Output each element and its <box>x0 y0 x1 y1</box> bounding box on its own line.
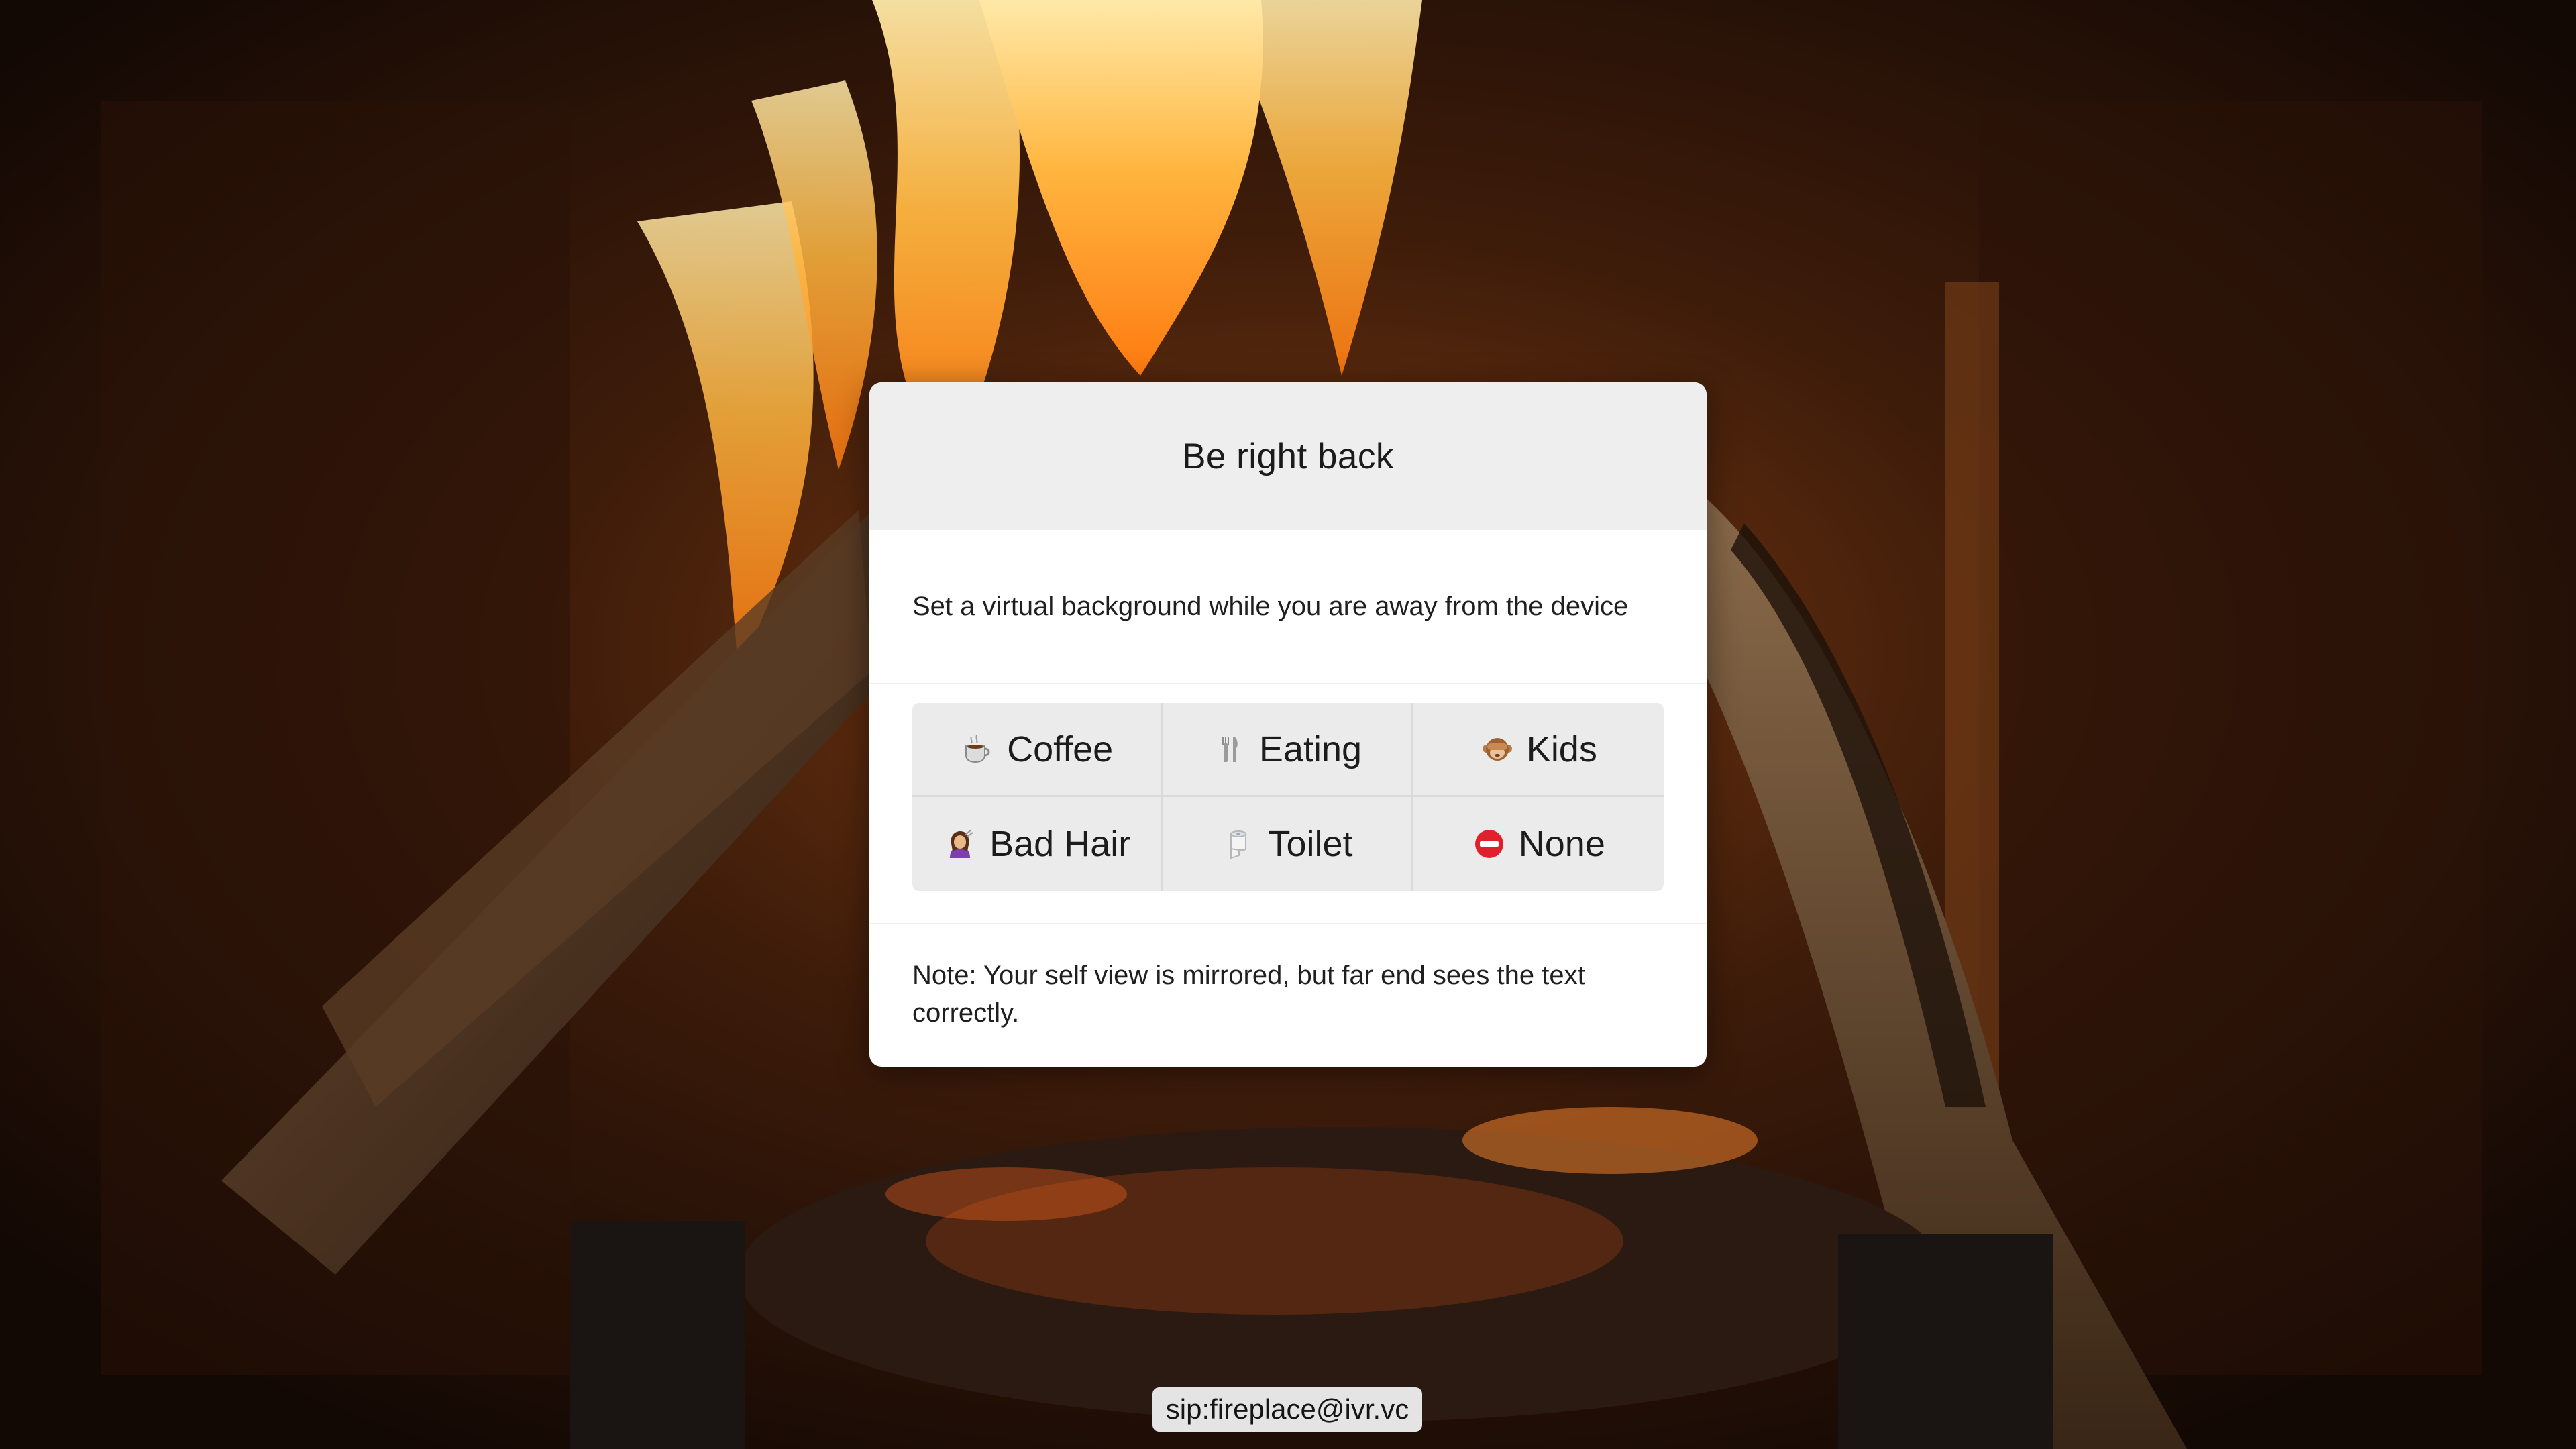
dialog-description: Set a virtual background while you are a… <box>912 591 1629 621</box>
sip-address-badge: sip:fireplace@ivr.vc <box>1152 1387 1422 1432</box>
note-section: Note: Your self view is mirrored, but fa… <box>869 924 1707 1032</box>
options-section: Coffee Eating Kids Bad Hair Toilet None <box>869 684 1707 924</box>
be-right-back-dialog: Be right back Set a virtual background w… <box>869 382 1707 1067</box>
hairdresser-icon <box>943 826 977 861</box>
option-label: Eating <box>1258 729 1362 769</box>
option-kids-button[interactable]: Kids <box>1413 703 1664 797</box>
option-eating-button[interactable]: Eating <box>1163 703 1413 797</box>
dialog-title: Be right back <box>1182 436 1394 476</box>
option-bad-hair-button[interactable]: Bad Hair <box>912 797 1163 891</box>
dialog-header: Be right back <box>869 382 1707 530</box>
option-label: None <box>1518 824 1605 864</box>
option-label: Coffee <box>1007 729 1114 769</box>
screen: Be right back Set a virtual background w… <box>0 0 2576 1449</box>
option-label: Toilet <box>1268 824 1353 864</box>
no-entry-icon <box>1472 826 1507 861</box>
toilet-paper-icon <box>1221 826 1256 861</box>
option-none-button[interactable]: None <box>1413 797 1664 891</box>
option-toilet-button[interactable]: Toilet <box>1163 797 1413 891</box>
option-coffee-button[interactable]: Coffee <box>912 703 1163 797</box>
monkey-icon <box>1480 732 1515 767</box>
option-label: Kids <box>1526 729 1597 769</box>
fork-knife-icon <box>1212 732 1247 767</box>
options-grid: Coffee Eating Kids Bad Hair Toilet None <box>912 703 1664 891</box>
option-label: Bad Hair <box>989 824 1131 864</box>
coffee-icon <box>960 732 995 767</box>
dialog-description-section: Set a virtual background while you are a… <box>869 530 1707 684</box>
mirror-note: Note: Your self view is mirrored, but fa… <box>912 961 1585 1028</box>
